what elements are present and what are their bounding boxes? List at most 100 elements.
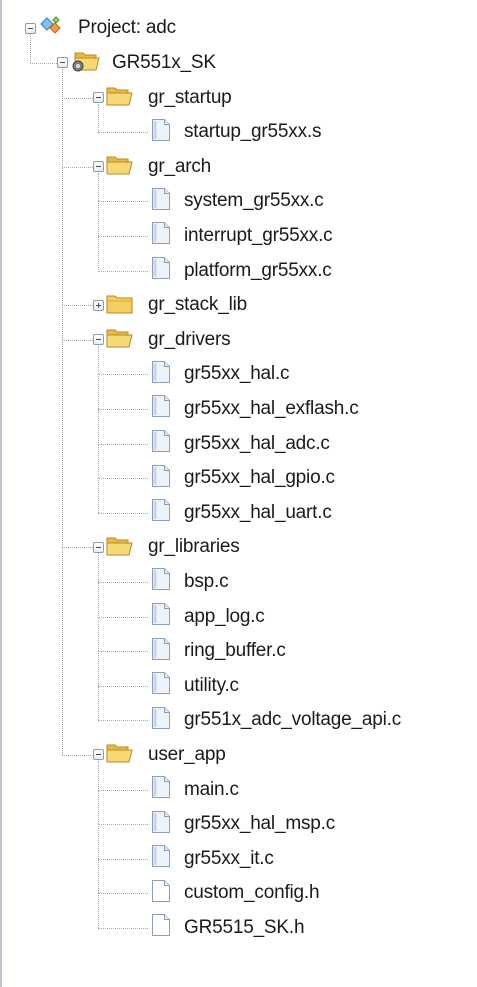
- tree-connector: [98, 927, 148, 929]
- tree-connector: [98, 858, 99, 894]
- tree-file-item[interactable]: ring_buffer.c: [150, 634, 286, 668]
- tree-item-label: user_app: [148, 743, 226, 765]
- tree-connector: [98, 172, 99, 202]
- tree-item-target[interactable]: GR551x_SK: [70, 46, 216, 80]
- tree-connector: [62, 339, 63, 548]
- tree-connector: [98, 651, 148, 653]
- tree-connector: [98, 201, 148, 203]
- tree-connector: [98, 374, 99, 409]
- tree-connector: [98, 443, 148, 445]
- open-folder-icon: [106, 741, 134, 768]
- tree-connector: [98, 478, 99, 513]
- tree-item-label: gr_drivers: [148, 328, 231, 350]
- tree-item-label: gr55xx_hal_gpio.c: [184, 467, 335, 489]
- tree-file-item[interactable]: system_gr55xx.c: [150, 184, 324, 218]
- tree-connector: [62, 754, 93, 756]
- tree-item-label: bsp.c: [184, 570, 229, 592]
- tree-file-item[interactable]: startup_gr55xx.s: [150, 115, 321, 149]
- tree-connector: [30, 34, 31, 63]
- project-window: Project: adc GR551x_SK gr_startup startup_g…: [0, 0, 477, 987]
- tree-connector: [98, 581, 148, 583]
- tree-file-item[interactable]: GR5515_SK.h: [150, 911, 305, 945]
- tree-connector: [98, 235, 148, 237]
- tree-connector: [98, 760, 99, 790]
- tree-file-item[interactable]: app_log.c: [150, 600, 265, 634]
- tree-connector: [98, 270, 148, 272]
- file-icon: [150, 394, 172, 423]
- tree-file-item[interactable]: gr55xx_it.c: [150, 842, 274, 876]
- tree-connector: [98, 685, 148, 687]
- project-tree: Project: adc GR551x_SK gr_startup startup_g…: [2, 0, 477, 987]
- tree-file-item[interactable]: interrupt_gr55xx.c: [150, 219, 333, 253]
- tree-file-item[interactable]: main.c: [150, 773, 239, 807]
- tree-item-label: gr551x_adc_voltage_api.c: [184, 709, 402, 731]
- tree-item-label: gr55xx_hal.c: [184, 363, 290, 385]
- file-icon: [150, 498, 172, 527]
- expand-toggle[interactable]: [93, 334, 104, 346]
- tree-connector: [98, 235, 99, 271]
- file-icon: [150, 567, 172, 596]
- expand-toggle[interactable]: [93, 749, 104, 761]
- open-folder-icon: [106, 326, 134, 353]
- tree-file-item[interactable]: custom_config.h: [150, 876, 320, 910]
- tree-file-item[interactable]: gr55xx_hal_adc.c: [150, 427, 330, 461]
- tree-item-label: GR5515_SK.h: [184, 916, 305, 938]
- tree-item-label: utility.c: [184, 674, 239, 696]
- tree-connector: [62, 166, 63, 306]
- tree-group-user-app[interactable]: user_app: [106, 738, 226, 772]
- tree-connector: [98, 651, 99, 686]
- tree-group-gr-stack-lib[interactable]: gr_stack_lib: [106, 288, 247, 322]
- tree-group-gr-libraries[interactable]: gr_libraries: [106, 530, 240, 564]
- file-icon: [150, 775, 172, 804]
- tree-connector: [98, 616, 99, 652]
- tree-file-item[interactable]: bsp.c: [150, 565, 229, 599]
- file-icon: [150, 360, 172, 389]
- tree-item-label: ring_buffer.c: [184, 640, 286, 662]
- tree-connector: [98, 789, 148, 791]
- tree-group-gr-startup[interactable]: gr_startup: [106, 81, 232, 115]
- tree-file-item[interactable]: gr55xx_hal_msp.c: [150, 807, 335, 841]
- tree-group-gr-arch[interactable]: gr_arch: [106, 150, 211, 184]
- tree-item-project[interactable]: Project: adc: [38, 11, 176, 45]
- tree-connector: [98, 824, 99, 859]
- file-icon: [150, 602, 172, 631]
- tree-connector: [98, 443, 99, 479]
- tree-connector: [98, 824, 148, 826]
- tree-item-label: interrupt_gr55xx.c: [184, 224, 333, 246]
- tree-file-item[interactable]: gr55xx_hal_gpio.c: [150, 461, 335, 495]
- expand-toggle[interactable]: [57, 57, 68, 69]
- tree-item-label: gr_arch: [148, 155, 212, 177]
- tree-group-gr-drivers[interactable]: gr_drivers: [106, 323, 231, 357]
- tree-item-label: gr55xx_it.c: [184, 847, 274, 869]
- tree-connector: [62, 547, 93, 549]
- tree-item-label: GR551x_SK: [112, 51, 216, 73]
- tree-file-item[interactable]: gr55xx_hal_uart.c: [150, 496, 332, 530]
- tree-connector: [98, 345, 99, 375]
- tree-connector: [98, 789, 99, 825]
- expand-toggle[interactable]: [25, 22, 36, 34]
- file-icon: [150, 810, 172, 839]
- file-icon: [150, 671, 172, 700]
- expand-toggle[interactable]: [93, 161, 104, 173]
- tree-connector: [62, 68, 63, 98]
- file-icon: [150, 256, 172, 285]
- tree-connector: [98, 893, 148, 895]
- header-file-icon: [150, 913, 172, 942]
- expand-toggle[interactable]: [93, 541, 104, 553]
- file-icon: [150, 844, 172, 873]
- tree-file-item[interactable]: gr551x_adc_voltage_api.c: [150, 703, 401, 737]
- project-icon: [38, 14, 66, 43]
- tree-file-item[interactable]: platform_gr55xx.c: [150, 254, 332, 288]
- tree-file-item[interactable]: gr55xx_hal_exflash.c: [150, 392, 359, 426]
- file-icon: [150, 221, 172, 250]
- expand-toggle[interactable]: [93, 299, 104, 311]
- tree-item-label: platform_gr55xx.c: [184, 259, 332, 281]
- tree-item-label: system_gr55xx.c: [184, 190, 324, 212]
- tree-file-item[interactable]: utility.c: [150, 669, 239, 703]
- tree-connector: [98, 132, 148, 134]
- expand-toggle[interactable]: [93, 92, 104, 103]
- tree-item-label: startup_gr55xx.s: [184, 121, 322, 143]
- tree-connector: [98, 720, 148, 722]
- tree-file-item[interactable]: gr55xx_hal.c: [150, 357, 290, 391]
- file-icon: [150, 187, 172, 216]
